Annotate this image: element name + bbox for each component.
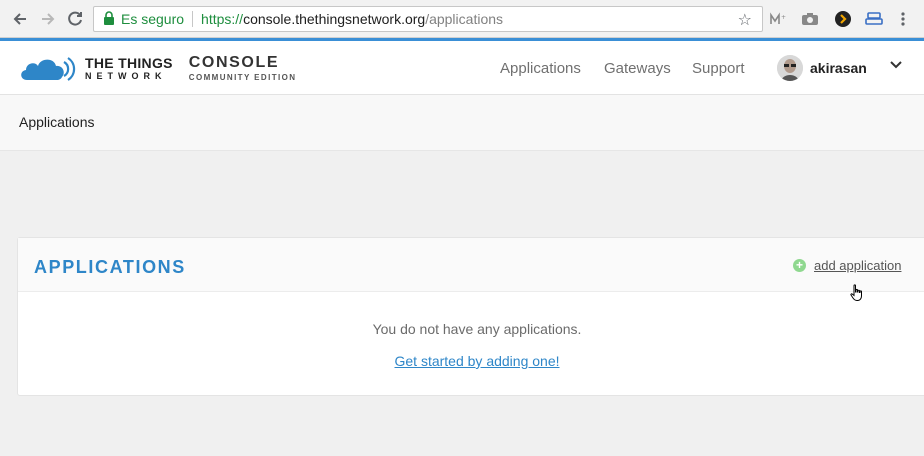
user-menu[interactable]: akirasan xyxy=(777,53,867,83)
breadcrumb-bar: Applications xyxy=(0,95,924,151)
browser-toolbar: Es seguro https://console.thethingsnetwo… xyxy=(0,0,924,38)
page-title: APPLICATIONS xyxy=(34,257,186,277)
url-scheme: https:// xyxy=(201,11,244,27)
get-started-link[interactable]: Get started by adding one! xyxy=(18,353,924,369)
secure-label: Es seguro xyxy=(121,11,185,27)
brand-name: THE THINGS NETWORK xyxy=(85,56,173,81)
reload-button[interactable] xyxy=(63,7,87,31)
breadcrumb[interactable]: Applications xyxy=(19,114,95,130)
nav-gateways[interactable]: Gateways xyxy=(604,41,671,95)
nav-support[interactable]: Support xyxy=(692,41,745,95)
card-header: APPLICATIONS + add application xyxy=(18,238,924,292)
extension-layers-icon[interactable] xyxy=(864,9,884,29)
app-header: THE THINGS NETWORK CONSOLE COMMUNITY EDI… xyxy=(0,41,924,95)
applications-card: APPLICATIONS + add application You do no… xyxy=(17,237,924,396)
brand-line2: NETWORK xyxy=(85,70,167,81)
plus-circle-icon: + xyxy=(793,259,806,272)
bookmark-star-icon[interactable]: ☆ xyxy=(738,10,752,30)
forward-button[interactable] xyxy=(36,7,60,31)
console-edition: COMMUNITY EDITION xyxy=(188,72,297,82)
avatar xyxy=(777,55,803,81)
reload-icon xyxy=(68,11,82,26)
url-path: /applications xyxy=(425,11,504,27)
username: akirasan xyxy=(810,60,867,76)
svg-text:+: + xyxy=(781,14,786,21)
cloud-icon xyxy=(21,57,76,81)
address-bar[interactable]: Es seguro https://console.thethingsnetwo… xyxy=(93,6,763,32)
hand-cursor-icon xyxy=(850,284,862,301)
add-application-label: add application xyxy=(814,258,902,273)
back-button[interactable] xyxy=(8,7,32,31)
plex-extension-icon[interactable] xyxy=(833,9,853,29)
address-separator xyxy=(192,11,194,27)
console-label: CONSOLE COMMUNITY EDITION xyxy=(188,53,297,82)
chevron-down-icon[interactable] xyxy=(890,61,902,69)
brand-line1: THE THINGS xyxy=(85,54,173,71)
lock-icon xyxy=(103,10,115,28)
ttn-logo[interactable]: THE THINGS NETWORK CONSOLE COMMUNITY EDI… xyxy=(18,51,296,85)
nav-applications[interactable]: Applications xyxy=(500,41,581,95)
console-title: CONSOLE xyxy=(188,53,280,71)
browser-menu-icon[interactable] xyxy=(893,9,913,29)
add-application-button[interactable]: + add application xyxy=(793,258,901,273)
camera-icon[interactable] xyxy=(800,9,820,29)
url-text: https://console.thethingsnetwork.org/app… xyxy=(201,11,503,27)
url-host: console.thethingsnetwork.org xyxy=(243,11,426,27)
empty-state-text: You do not have any applications. xyxy=(372,321,582,337)
extension-m-icon[interactable]: + xyxy=(769,9,789,29)
arrow-left-icon xyxy=(13,13,26,25)
arrow-right-icon xyxy=(42,13,55,25)
